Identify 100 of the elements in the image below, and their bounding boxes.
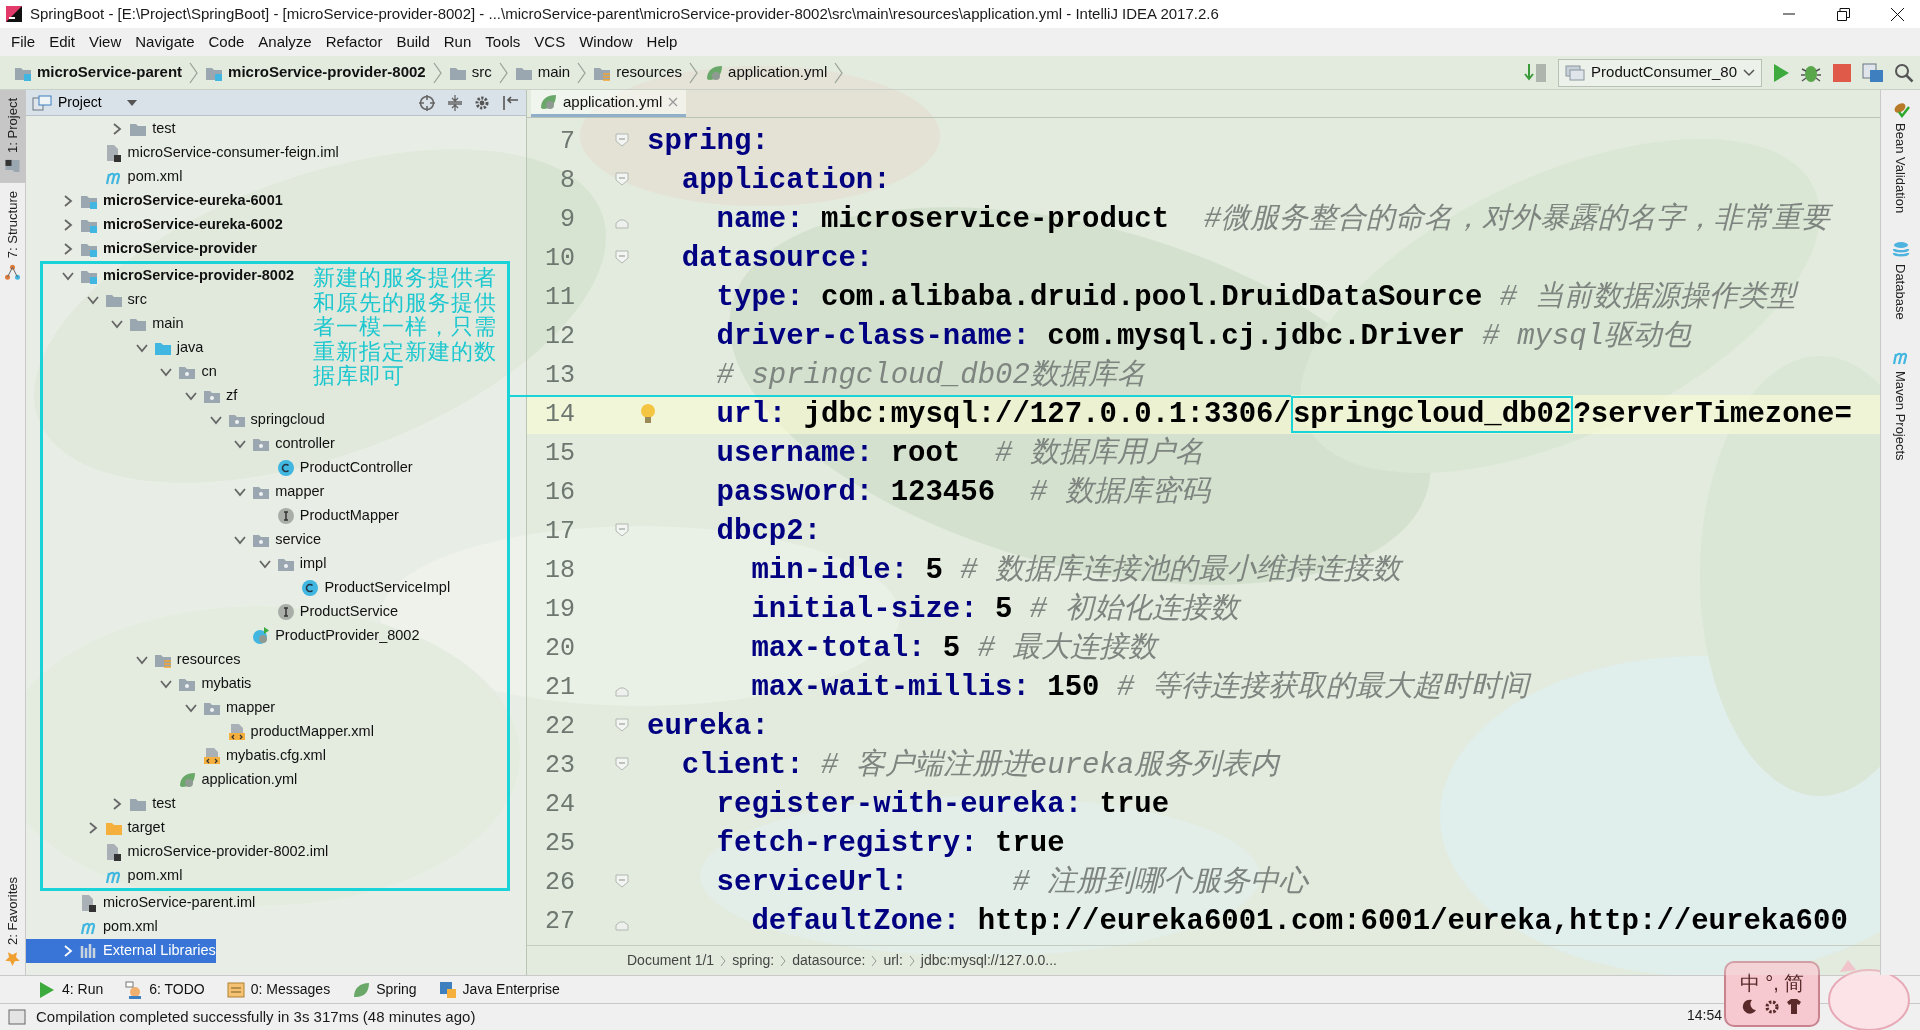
- shirt-icon[interactable]: [1784, 997, 1804, 1017]
- chevron-down-icon[interactable]: [135, 654, 148, 666]
- menu-item[interactable]: Edit: [42, 30, 83, 54]
- chevron-down-icon[interactable]: [62, 270, 74, 282]
- chevron-down-icon[interactable]: [185, 390, 197, 402]
- tree-item[interactable]: ProductMapper: [43, 504, 399, 528]
- tree-item[interactable]: productMapper.xml: [43, 720, 374, 744]
- ime-label[interactable]: 简: [1784, 971, 1804, 995]
- chevron-down-icon[interactable]: [209, 414, 222, 426]
- tree-item[interactable]: java: [43, 336, 204, 360]
- tree-item[interactable]: mapper: [43, 696, 276, 720]
- tool-window-button[interactable]: 4: Run: [34, 979, 108, 1000]
- menu-item[interactable]: Run: [436, 30, 479, 54]
- search-icon[interactable]: [1894, 62, 1914, 83]
- tool-window-tab[interactable]: 7: Structure: [0, 182, 26, 289]
- view-dropdown[interactable]: Project: [58, 92, 138, 113]
- menu-item[interactable]: VCS: [527, 30, 573, 54]
- hide-panel-icon[interactable]: [502, 93, 520, 112]
- editor-tab[interactable]: application.yml: [531, 90, 687, 117]
- tree-item[interactable]: microService-eureka-6001: [26, 189, 283, 213]
- tree-item[interactable]: impl: [43, 552, 327, 576]
- tool-window-tab[interactable]: Maven Projects: [1888, 343, 1913, 465]
- breadcrumb[interactable]: spring:: [732, 950, 775, 971]
- chevron-down-icon[interactable]: [234, 438, 247, 450]
- menu-item[interactable]: View: [82, 30, 129, 54]
- tree-item[interactable]: springcloud: [43, 408, 325, 432]
- tree-item[interactable]: resources: [43, 648, 241, 672]
- tree-item[interactable]: main: [43, 312, 184, 336]
- tool-window-button[interactable]: 0: Messages: [222, 979, 335, 1000]
- chevron-down-icon[interactable]: [234, 486, 247, 498]
- collapse-icon[interactable]: [446, 93, 464, 112]
- tree-item[interactable]: service: [43, 528, 322, 552]
- tree-item[interactable]: microService-consumer-feign.iml: [26, 141, 339, 165]
- chevron-right-icon[interactable]: [62, 219, 74, 231]
- menu-item[interactable]: Help: [639, 30, 685, 54]
- tree-item[interactable]: target: [43, 816, 165, 840]
- menu-item[interactable]: Build: [389, 30, 437, 54]
- tree-item[interactable]: test: [26, 117, 176, 141]
- breadcrumb[interactable]: src: [444, 61, 496, 84]
- tree-item[interactable]: pom.xml: [43, 864, 183, 888]
- run-icon[interactable]: [1772, 62, 1790, 83]
- chevron-down-icon[interactable]: [185, 702, 197, 714]
- tree-item[interactable]: ProductProvider_8002: [43, 624, 420, 648]
- sort-icon[interactable]: [1524, 61, 1549, 84]
- tool-window-tab[interactable]: Bean Validation: [1888, 96, 1913, 218]
- tree-item[interactable]: microService-provider-8002.iml: [43, 840, 329, 864]
- tree-item[interactable]: zf: [43, 384, 238, 408]
- menu-item[interactable]: Navigate: [128, 30, 202, 54]
- tree-item[interactable]: controller: [43, 432, 335, 456]
- chevron-down-icon[interactable]: [258, 558, 271, 570]
- breadcrumb[interactable]: main: [510, 61, 575, 84]
- tree-item[interactable]: ProductServiceImpl: [43, 576, 451, 600]
- breadcrumb[interactable]: application.yml: [701, 61, 832, 84]
- tree-item[interactable]: src: [43, 288, 147, 312]
- tree-item[interactable]: ProductController: [43, 456, 413, 480]
- tree-item[interactable]: mapper: [43, 480, 325, 504]
- close-icon[interactable]: [668, 97, 679, 107]
- tree-item[interactable]: microService-eureka-6002: [26, 213, 283, 237]
- menu-item[interactable]: Analyze: [251, 30, 319, 54]
- chevron-right-icon[interactable]: [111, 798, 124, 810]
- chevron-right-icon[interactable]: [62, 195, 74, 207]
- panel-toggle-icon[interactable]: [8, 1009, 26, 1025]
- menu-item[interactable]: Window: [572, 30, 640, 54]
- chevron-down-icon[interactable]: [135, 342, 148, 354]
- tree-item[interactable]: test: [43, 792, 176, 816]
- tree-item[interactable]: External Libraries: [26, 939, 216, 963]
- tree-item[interactable]: mybatis.cfg.xml: [43, 744, 326, 768]
- tree-item[interactable]: cn: [43, 360, 217, 384]
- breadcrumb[interactable]: jdbc:mysql://127.0.0...: [920, 950, 1057, 971]
- menu-item[interactable]: File: [4, 30, 43, 54]
- breadcrumb[interactable]: resources: [589, 61, 687, 84]
- tree-item[interactable]: microService-provider-8002: [43, 264, 294, 288]
- breadcrumb[interactable]: url:: [883, 950, 903, 971]
- ime-label[interactable]: 中: [1740, 971, 1760, 995]
- chevron-down-icon[interactable]: [111, 318, 124, 330]
- tree-item[interactable]: pom.xml: [26, 915, 158, 939]
- lightbulb-icon[interactable]: [639, 403, 657, 425]
- chevron-down-icon[interactable]: [160, 678, 173, 690]
- ime-label[interactable]: °,: [1762, 971, 1782, 995]
- tree-item[interactable]: ProductService: [43, 600, 399, 624]
- breadcrumb[interactable]: datasource:: [792, 950, 866, 971]
- breadcrumb[interactable]: microService-provider-8002: [201, 61, 430, 84]
- tool-window-tab[interactable]: Database: [1888, 237, 1913, 324]
- chevron-right-icon[interactable]: [62, 945, 74, 957]
- chevron-right-icon[interactable]: [62, 243, 74, 255]
- tree-item[interactable]: microService-parent.iml: [26, 891, 256, 915]
- breadcrumb[interactable]: microService-parent: [10, 61, 187, 84]
- menu-item[interactable]: Code: [201, 30, 252, 54]
- tool-window-tab[interactable]: 2: Favorites: [0, 869, 26, 975]
- structure-icon[interactable]: [1862, 62, 1884, 83]
- chevron-down-icon[interactable]: [160, 366, 173, 378]
- chevron-down-icon[interactable]: [234, 534, 247, 546]
- crosshair-icon[interactable]: [418, 93, 436, 112]
- tree-item[interactable]: mybatis: [43, 672, 252, 696]
- tool-window-button[interactable]: 6: TODO: [121, 979, 209, 1000]
- menu-item[interactable]: Refactor: [318, 30, 390, 54]
- tool-window-button[interactable]: Java Enterprise: [434, 979, 564, 1000]
- chevron-right-icon[interactable]: [111, 123, 124, 135]
- menu-item[interactable]: Tools: [478, 30, 528, 54]
- breadcrumb[interactable]: Document 1/1: [627, 950, 715, 971]
